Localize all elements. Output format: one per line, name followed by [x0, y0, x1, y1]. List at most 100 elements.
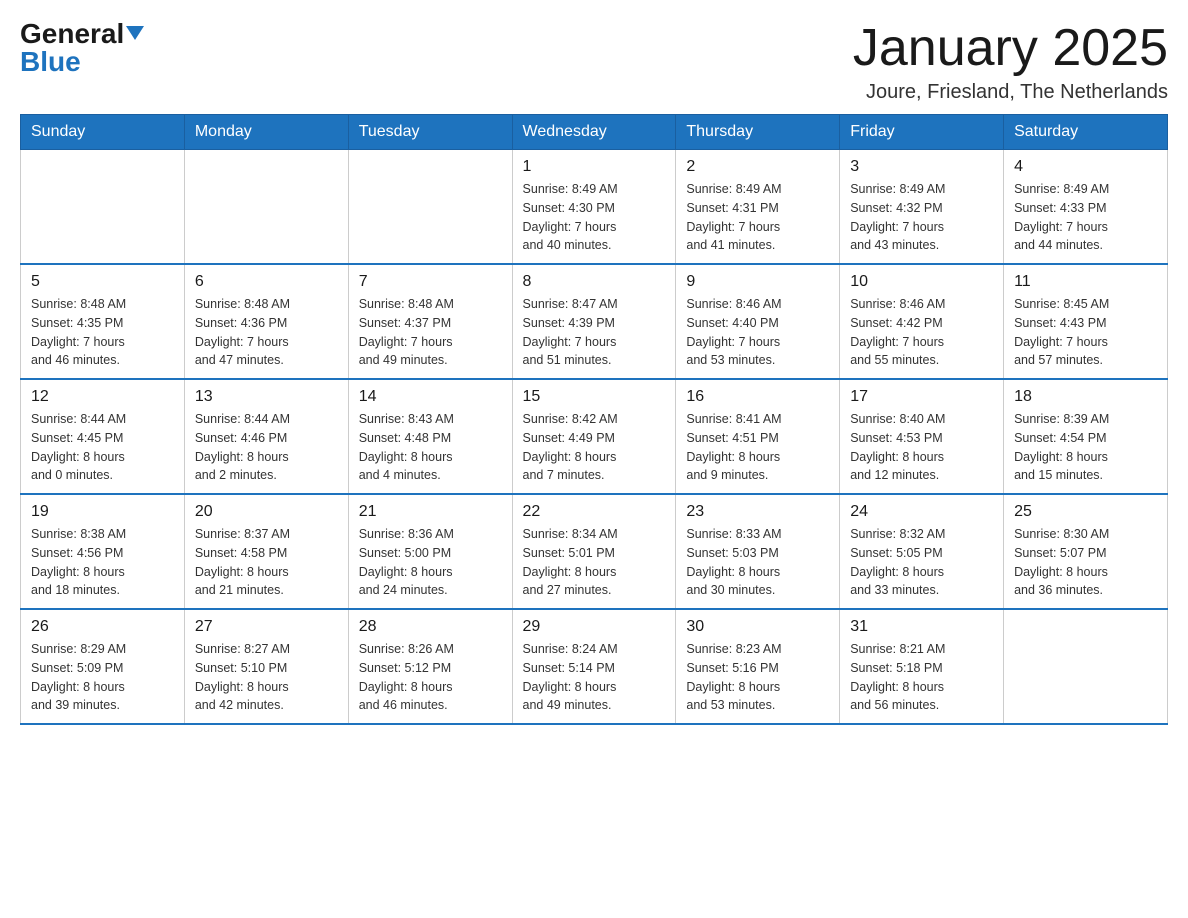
calendar-cell: 20 Sunrise: 8:37 AMSunset: 4:58 PMDayligh… — [184, 494, 348, 609]
calendar-header-thursday: Thursday — [676, 115, 840, 150]
calendar-cell: 12 Sunrise: 8:44 AMSunset: 4:45 PMDayligh… — [21, 379, 185, 494]
day-info: Sunrise: 8:23 AMSunset: 5:16 PMDaylight:… — [686, 640, 829, 715]
day-info: Sunrise: 8:42 AMSunset: 4:49 PMDaylight:… — [523, 410, 666, 485]
calendar-cell: 15Sunrise: 8:42 AMSunset: 4:49 PMDayligh… — [512, 379, 676, 494]
day-number: 1 — [523, 158, 666, 176]
title-block: January 2025 Joure, Friesland, The Nethe… — [853, 20, 1168, 104]
day-number: 6 — [195, 273, 338, 291]
day-number: 22 — [523, 503, 666, 521]
day-number: 4 — [1014, 158, 1157, 176]
calendar-cell: 3 Sunrise: 8:49 AMSunset: 4:32 PMDaylight… — [840, 150, 1004, 265]
day-info: Sunrise: 8:48 AMSunset: 4:35 PMDaylight:… — [31, 295, 174, 370]
day-number: 31 — [850, 618, 993, 636]
day-info: Sunrise: 8:24 AMSunset: 5:14 PMDaylight:… — [523, 640, 666, 715]
day-number: 28 — [359, 618, 502, 636]
calendar-cell: 18Sunrise: 8:39 AMSunset: 4:54 PMDayligh… — [1004, 379, 1168, 494]
day-number: 17 — [850, 388, 993, 406]
page-header: General Blue January 2025 Joure, Friesla… — [20, 20, 1168, 104]
calendar-week-row: 1Sunrise: 8:49 AMSunset: 4:30 PMDaylight… — [21, 150, 1168, 265]
calendar-cell: 26 Sunrise: 8:29 AMSunset: 5:09 PMDayligh… — [21, 609, 185, 724]
calendar-cell: 31Sunrise: 8:21 AMSunset: 5:18 PMDayligh… — [840, 609, 1004, 724]
day-number: 30 — [686, 618, 829, 636]
day-number: 12 — [31, 388, 174, 406]
day-info: Sunrise: 8:37 AMSunset: 4:58 PMDaylight:… — [195, 525, 338, 600]
day-number: 26 — [31, 618, 174, 636]
calendar-cell: 24Sunrise: 8:32 AMSunset: 5:05 PMDayligh… — [840, 494, 1004, 609]
calendar-header-tuesday: Tuesday — [348, 115, 512, 150]
calendar-cell: 10Sunrise: 8:46 AMSunset: 4:42 PMDayligh… — [840, 264, 1004, 379]
day-number: 7 — [359, 273, 502, 291]
logo-name: General — [20, 20, 144, 48]
day-info: Sunrise: 8:34 AMSunset: 5:01 PMDaylight:… — [523, 525, 666, 600]
calendar-cell: 7 Sunrise: 8:48 AMSunset: 4:37 PMDaylight… — [348, 264, 512, 379]
logo: General Blue — [20, 20, 144, 76]
calendar-cell: 21 Sunrise: 8:36 AMSunset: 5:00 PMDayligh… — [348, 494, 512, 609]
day-number: 18 — [1014, 388, 1157, 406]
day-number: 9 — [686, 273, 829, 291]
calendar-cell — [184, 150, 348, 265]
day-number: 11 — [1014, 273, 1157, 291]
day-number: 19 — [31, 503, 174, 521]
day-number: 25 — [1014, 503, 1157, 521]
main-title: January 2025 — [853, 20, 1168, 77]
day-number: 21 — [359, 503, 502, 521]
calendar-header-row: SundayMondayTuesdayWednesdayThursdayFrid… — [21, 115, 1168, 150]
day-number: 2 — [686, 158, 829, 176]
calendar-cell: 5 Sunrise: 8:48 AMSunset: 4:35 PMDaylight… — [21, 264, 185, 379]
calendar-cell: 13 Sunrise: 8:44 AMSunset: 4:46 PMDayligh… — [184, 379, 348, 494]
calendar-cell: 16Sunrise: 8:41 AMSunset: 4:51 PMDayligh… — [676, 379, 840, 494]
calendar-week-row: 5 Sunrise: 8:48 AMSunset: 4:35 PMDaylight… — [21, 264, 1168, 379]
day-number: 3 — [850, 158, 993, 176]
calendar-cell: 9 Sunrise: 8:46 AMSunset: 4:40 PMDaylight… — [676, 264, 840, 379]
calendar-header-friday: Friday — [840, 115, 1004, 150]
day-info: Sunrise: 8:26 AMSunset: 5:12 PMDaylight:… — [359, 640, 502, 715]
calendar-cell: 27Sunrise: 8:27 AMSunset: 5:10 PMDayligh… — [184, 609, 348, 724]
day-number: 16 — [686, 388, 829, 406]
day-info: Sunrise: 8:48 AMSunset: 4:36 PMDaylight:… — [195, 295, 338, 370]
logo-general: General — [20, 18, 124, 49]
day-number: 14 — [359, 388, 502, 406]
calendar-cell: 23 Sunrise: 8:33 AMSunset: 5:03 PMDayligh… — [676, 494, 840, 609]
day-info: Sunrise: 8:46 AMSunset: 4:42 PMDaylight:… — [850, 295, 993, 370]
day-number: 13 — [195, 388, 338, 406]
day-info: Sunrise: 8:48 AMSunset: 4:37 PMDaylight:… — [359, 295, 502, 370]
day-info: Sunrise: 8:44 AMSunset: 4:45 PMDaylight:… — [31, 410, 174, 485]
day-info: Sunrise: 8:30 AMSunset: 5:07 PMDaylight:… — [1014, 525, 1157, 600]
day-info: Sunrise: 8:47 AMSunset: 4:39 PMDaylight:… — [523, 295, 666, 370]
calendar-header-saturday: Saturday — [1004, 115, 1168, 150]
calendar-header-wednesday: Wednesday — [512, 115, 676, 150]
day-info: Sunrise: 8:38 AMSunset: 4:56 PMDaylight:… — [31, 525, 174, 600]
calendar-cell: 1Sunrise: 8:49 AMSunset: 4:30 PMDaylight… — [512, 150, 676, 265]
subtitle: Joure, Friesland, The Netherlands — [853, 81, 1168, 104]
calendar-cell: 19 Sunrise: 8:38 AMSunset: 4:56 PMDayligh… — [21, 494, 185, 609]
day-info: Sunrise: 8:29 AMSunset: 5:09 PMDaylight:… — [31, 640, 174, 715]
day-number: 23 — [686, 503, 829, 521]
calendar-week-row: 19 Sunrise: 8:38 AMSunset: 4:56 PMDayligh… — [21, 494, 1168, 609]
day-number: 5 — [31, 273, 174, 291]
calendar-cell: 29 Sunrise: 8:24 AMSunset: 5:14 PMDayligh… — [512, 609, 676, 724]
day-number: 8 — [523, 273, 666, 291]
calendar-cell: 14Sunrise: 8:43 AMSunset: 4:48 PMDayligh… — [348, 379, 512, 494]
calendar-week-row: 26 Sunrise: 8:29 AMSunset: 5:09 PMDayligh… — [21, 609, 1168, 724]
day-number: 29 — [523, 618, 666, 636]
day-info: Sunrise: 8:49 AMSunset: 4:32 PMDaylight:… — [850, 180, 993, 255]
calendar-cell — [21, 150, 185, 265]
calendar-cell: 6 Sunrise: 8:48 AMSunset: 4:36 PMDaylight… — [184, 264, 348, 379]
calendar-cell: 8 Sunrise: 8:47 AMSunset: 4:39 PMDaylight… — [512, 264, 676, 379]
day-info: Sunrise: 8:49 AMSunset: 4:31 PMDaylight:… — [686, 180, 829, 255]
calendar-cell: 28 Sunrise: 8:26 AMSunset: 5:12 PMDayligh… — [348, 609, 512, 724]
day-number: 20 — [195, 503, 338, 521]
day-info: Sunrise: 8:44 AMSunset: 4:46 PMDaylight:… — [195, 410, 338, 485]
day-info: Sunrise: 8:33 AMSunset: 5:03 PMDaylight:… — [686, 525, 829, 600]
day-info: Sunrise: 8:36 AMSunset: 5:00 PMDaylight:… — [359, 525, 502, 600]
calendar-header-sunday: Sunday — [21, 115, 185, 150]
calendar-table: SundayMondayTuesdayWednesdayThursdayFrid… — [20, 114, 1168, 725]
calendar-cell: 11Sunrise: 8:45 AMSunset: 4:43 PMDayligh… — [1004, 264, 1168, 379]
day-number: 27 — [195, 618, 338, 636]
calendar-cell: 4Sunrise: 8:49 AMSunset: 4:33 PMDaylight… — [1004, 150, 1168, 265]
logo-triangle-icon — [126, 26, 144, 40]
calendar-cell — [1004, 609, 1168, 724]
day-info: Sunrise: 8:40 AMSunset: 4:53 PMDaylight:… — [850, 410, 993, 485]
day-info: Sunrise: 8:46 AMSunset: 4:40 PMDaylight:… — [686, 295, 829, 370]
day-info: Sunrise: 8:32 AMSunset: 5:05 PMDaylight:… — [850, 525, 993, 600]
